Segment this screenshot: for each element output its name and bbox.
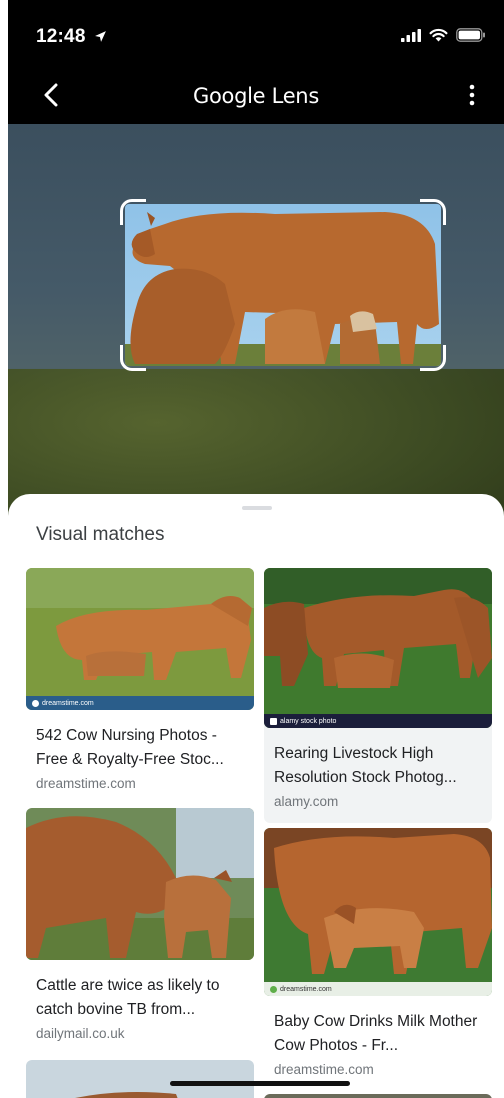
source-badge: dreamstime.com [42,699,94,707]
result-thumbnail[interactable]: dreamstime.com [264,828,492,996]
app-bar: Google Lens [8,70,504,124]
result-card[interactable]: dreamstime.com Baby Cow Drinks Milk Moth… [264,828,492,1077]
screen-edge [0,0,8,1098]
result-thumbnail[interactable]: dreamstime.com [26,568,254,710]
result-card[interactable]: dreamstime.com 542 Cow Nursing Photos - … [26,568,254,791]
crop-selection[interactable] [120,199,446,371]
dreamstime-logo-icon [270,985,277,993]
source-strip: dreamstime.com [26,696,254,710]
battery-icon [456,28,485,42]
sheet-drag-handle[interactable] [242,506,272,510]
result-domain: alamy.com [274,794,339,809]
more-vert-icon [469,84,475,106]
location-arrow-icon [95,31,107,42]
result-domain: dreamstime.com [274,1062,374,1077]
result-domain: dailymail.co.uk [36,1026,125,1041]
results-sheet[interactable]: Visual matches dreamstime.com 542 Cow Nu… [8,494,504,1098]
status-bar: 12:48 [8,0,504,70]
result-thumbnail[interactable] [26,1060,254,1098]
crop-handle-top-right[interactable] [420,199,446,225]
selected-cows-image [125,204,441,366]
result-card[interactable]: Cattle are twice as likely to catch bovi… [26,808,254,1041]
app-title: Google Lens [193,84,319,108]
result-card[interactable]: alamy stock photo Rearing Livestock High… [264,568,492,823]
home-indicator[interactable] [170,1081,350,1086]
cellular-signal-icon [401,28,421,42]
result-thumbnail[interactable] [264,1094,492,1098]
dreamstime-logo-icon [32,699,39,707]
result-thumbnail[interactable]: alamy stock photo [264,568,492,728]
result-card-partial[interactable] [264,1094,492,1098]
source-badge: dreamstime.com [280,985,332,993]
status-icons [401,28,486,42]
crop-handle-bottom-right[interactable] [420,345,446,371]
more-options-button[interactable] [462,80,482,110]
result-card-partial[interactable] [26,1060,254,1098]
camera-image [8,124,504,544]
wifi-icon [429,28,448,42]
clock-text: 12:48 [36,26,86,47]
sheet-title: Visual matches [36,524,165,545]
result-thumbnail[interactable] [26,808,254,960]
result-title[interactable]: Rearing Livestock High Resolution Stock … [264,742,492,790]
crop-handle-top-left[interactable] [120,199,146,225]
result-domain: dreamstime.com [36,776,136,791]
status-time: 12:48 [36,26,107,48]
source-strip: alamy stock photo [264,714,492,728]
result-title[interactable]: 542 Cow Nursing Photos - Free & Royalty-… [26,724,254,772]
result-title[interactable]: Baby Cow Drinks Milk Mother Cow Photos -… [264,1010,492,1058]
source-badge: alamy stock photo [280,717,337,725]
source-strip: dreamstime.com [264,982,492,996]
result-title[interactable]: Cattle are twice as likely to catch bovi… [26,974,254,1022]
crop-handle-bottom-left[interactable] [120,345,146,371]
alamy-logo-icon [270,717,277,725]
